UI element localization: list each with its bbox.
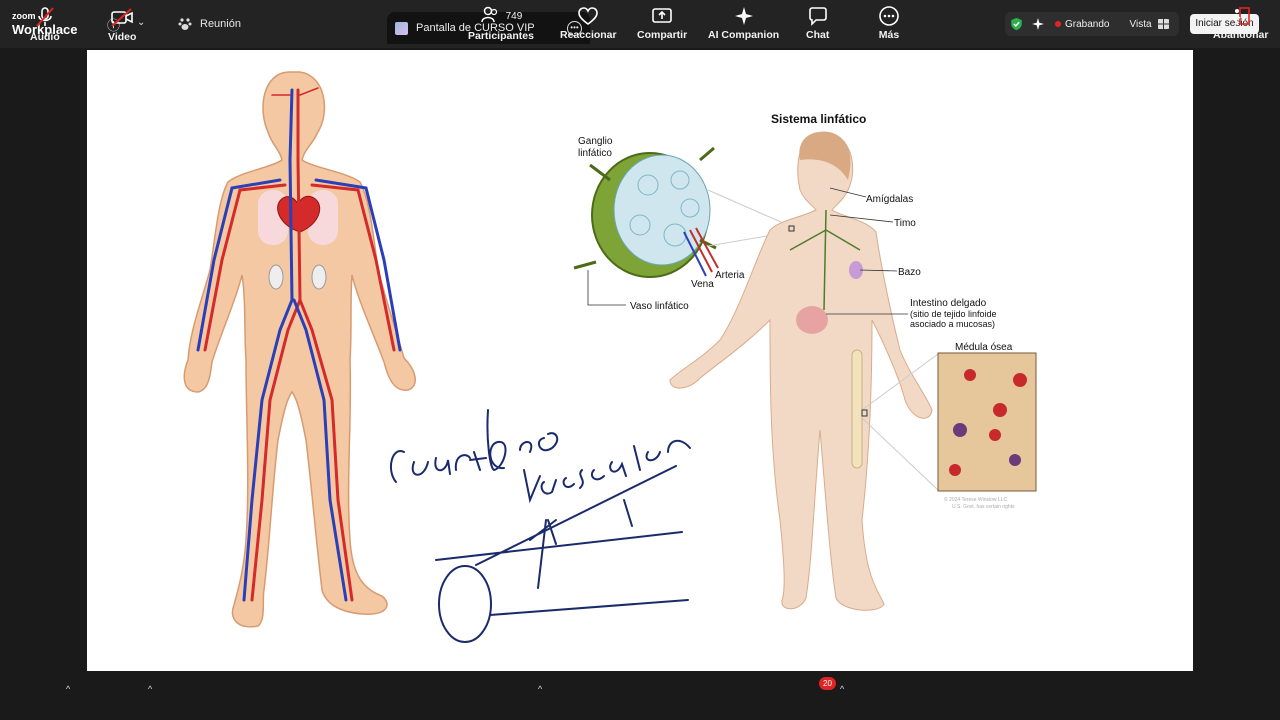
- recording-label[interactable]: Grabando: [1065, 19, 1109, 30]
- heart-icon: [578, 7, 599, 25]
- lymphatic-figure: [669, 131, 1037, 611]
- microphone-muted-icon: [36, 7, 54, 27]
- more-dots-icon: [879, 6, 899, 26]
- chat-label: Chat: [806, 29, 830, 41]
- participants-options-chevron-icon[interactable]: ^: [538, 684, 542, 694]
- slide-title: Sistema linfático: [771, 112, 866, 126]
- chat-unread-badge: 20: [819, 677, 836, 690]
- leave-label: Abandonar: [1213, 29, 1269, 41]
- ai-companion-button[interactable]: AI Companion: [708, 6, 779, 41]
- shared-screen: Sistema linfático Ganglio linfático Amíg…: [87, 50, 1193, 671]
- react-label: Reaccionar: [560, 29, 617, 41]
- chat-button[interactable]: Chat: [806, 6, 829, 41]
- share-screen-icon: [652, 8, 672, 23]
- audio-options-chevron-icon[interactable]: ^: [66, 684, 70, 694]
- chat-options-chevron-icon[interactable]: ^: [840, 684, 844, 694]
- paw-icon: [178, 18, 192, 30]
- leave-button[interactable]: Abandonar: [1213, 6, 1268, 41]
- video-label: Video: [108, 31, 137, 43]
- participants-label: Participantes: [468, 30, 534, 42]
- react-button[interactable]: Reaccionar: [560, 6, 617, 41]
- participants-count: 749: [505, 11, 523, 22]
- screen-share-icon: [395, 21, 408, 35]
- label-marrow: Médula ósea: [955, 342, 1013, 353]
- ai-companion-label: AI Companion: [708, 29, 780, 41]
- view-label[interactable]: Vista: [1129, 19, 1151, 30]
- label-node: Ganglio: [578, 136, 613, 147]
- label-spleen: Bazo: [898, 267, 921, 278]
- security-shield-icon[interactable]: [1010, 17, 1023, 31]
- meeting-menu[interactable]: Reunión: [178, 17, 241, 31]
- label-vessel: Vaso linfático: [630, 301, 689, 312]
- handwritten-annotation: [389, 409, 691, 643]
- recording-dot-icon: [1055, 21, 1061, 27]
- ai-sparkle-icon[interactable]: [1031, 17, 1045, 31]
- slide-canvas: Sistema linfático Ganglio linfático Amíg…: [183, 71, 1037, 643]
- audio-label: Audio: [30, 31, 60, 43]
- circulatory-figure: [183, 71, 416, 628]
- video-options-chevron-icon[interactable]: ^: [148, 684, 152, 694]
- leave-door-icon: [1233, 7, 1250, 25]
- participants-button[interactable]: 749 Participantes: [468, 6, 534, 42]
- status-group: Grabando Vista: [1005, 12, 1179, 36]
- chat-icon: [808, 7, 827, 26]
- participants-icon: [480, 6, 497, 23]
- label-tonsils: Amígdalas: [866, 194, 913, 205]
- share-label: Compartir: [637, 29, 688, 41]
- copyright-text: © 2024 Terese Winslow LLC: [944, 496, 1007, 503]
- chevron-down-icon[interactable]: ⌄: [137, 17, 145, 28]
- share-button[interactable]: Compartir: [637, 6, 687, 41]
- label-intestine-2: (sitio de tejido linfoide: [910, 309, 997, 319]
- copyright-text-2: U.S. Govt. has certain rights: [952, 504, 1015, 510]
- label-artery: Arteria: [715, 270, 745, 281]
- more-button[interactable]: Más: [878, 6, 900, 41]
- label-vein: Vena: [691, 279, 714, 290]
- more-label: Más: [878, 29, 900, 41]
- meeting-toolbar: [0, 671, 1280, 720]
- label-node-2: linfático: [578, 148, 612, 159]
- camera-off-icon: [111, 8, 134, 27]
- label-intestine-3: asociado a mucosas): [910, 319, 995, 329]
- label-thymus: Timo: [894, 218, 916, 229]
- video-button[interactable]: Video: [108, 6, 136, 43]
- ai-sparkle-icon: [734, 7, 753, 25]
- label-intestine: Intestino delgado: [910, 298, 987, 309]
- audio-button[interactable]: Audio: [30, 6, 60, 43]
- view-grid-icon[interactable]: [1157, 19, 1169, 29]
- meeting-label: Reunión: [200, 18, 241, 30]
